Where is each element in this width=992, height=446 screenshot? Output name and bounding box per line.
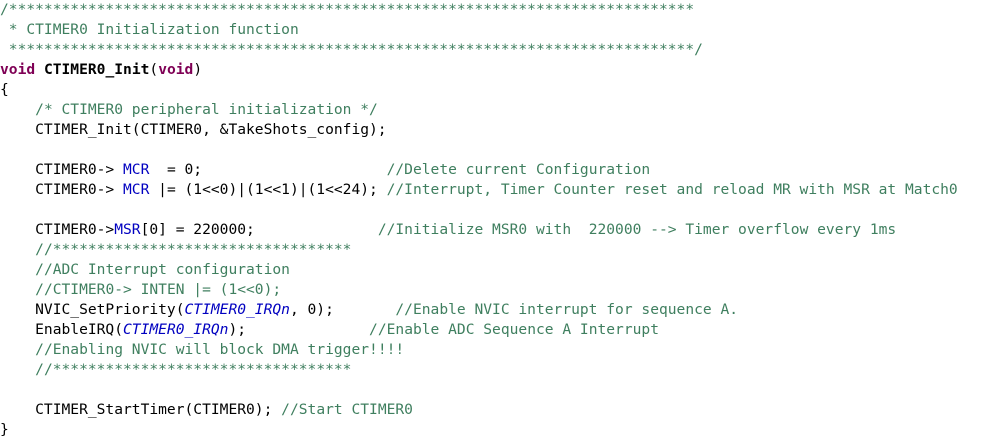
- code-text: CTIMER0->: [0, 161, 124, 178]
- code-line-comment-header-top[interactable]: /***************************************…: [0, 0, 694, 20]
- comment-token: //Initialize MSR0 with 220000 --> Timer …: [377, 221, 897, 238]
- comment-token: //Enable NVIC interrupt for sequence A.: [395, 301, 739, 318]
- code-line-start-timer[interactable]: CTIMER_StartTimer(CTIMER0); //Start CTIM…: [0, 400, 413, 420]
- code-text: ): [193, 61, 203, 78]
- keyword-token: void: [158, 61, 194, 78]
- field-token: MSR: [114, 221, 141, 238]
- function-name-token: CTIMER0_Init: [43, 61, 150, 78]
- code-text: }: [0, 421, 9, 438]
- keyword-token: void: [0, 61, 36, 78]
- code-text: CTIMER_Init(CTIMER0, &TakeShots_config);: [0, 121, 387, 138]
- code-line-comment-peripheral-init[interactable]: /* CTIMER0 peripheral initialization */: [0, 100, 378, 120]
- code-text: CTIMER0->: [0, 181, 124, 198]
- code-editor[interactable]: /***************************************…: [0, 0, 992, 446]
- code-text: |= (1<<0)|(1<<1)|(1<<24);: [149, 181, 387, 198]
- code-line-mcr-clear[interactable]: CTIMER0-> MCR = 0; //Delete current Conf…: [0, 160, 650, 180]
- comment-token: //Enable ADC Sequence A Interrupt: [369, 321, 659, 338]
- code-text: NVIC_SetPriority(: [0, 301, 185, 318]
- code-text: [0] = 220000;: [140, 221, 378, 238]
- macro-token: CTIMER0_IRQn: [184, 301, 290, 318]
- code-text: CTIMER0->: [0, 221, 115, 238]
- comment-token: //ADC Interrupt configuration: [35, 261, 290, 278]
- code-line-comment-inten[interactable]: //CTIMER0-> INTEN |= (1<<0);: [0, 280, 281, 300]
- comment-token: //**********************************: [35, 361, 352, 378]
- code-line-close-brace[interactable]: }: [0, 420, 9, 440]
- code-line-function-signature[interactable]: void CTIMER0_Init(void): [0, 60, 202, 80]
- comment-token: /***************************************…: [0, 1, 695, 18]
- comment-token: //Delete current Configuration: [386, 161, 651, 178]
- code-text: EnableIRQ(: [0, 321, 124, 338]
- code-line-comment-adc-interrupt[interactable]: //ADC Interrupt configuration: [0, 260, 290, 280]
- comment-token: //**********************************: [35, 241, 352, 258]
- code-line-open-brace[interactable]: {: [0, 80, 9, 100]
- field-token: MCR: [123, 161, 150, 178]
- comment-token: ****************************************…: [0, 41, 703, 58]
- comment-token: //Interrupt, Timer Counter reset and rel…: [386, 181, 958, 198]
- code-line-comment-separator[interactable]: //**********************************: [0, 240, 351, 260]
- comment-token: /* CTIMER0 peripheral initialization */: [35, 101, 378, 118]
- code-line-msr-set[interactable]: CTIMER0->MSR[0] = 220000; //Initialize M…: [0, 220, 896, 240]
- code-text: );: [228, 321, 370, 338]
- code-line-comment-separator[interactable]: //**********************************: [0, 360, 351, 380]
- comment-token: //Enabling NVIC will block DMA trigger!!…: [35, 341, 405, 358]
- code-text: (: [149, 61, 159, 78]
- code-line-comment-header-title[interactable]: * CTIMER0 Initialization function: [0, 20, 299, 40]
- field-token: MCR: [123, 181, 150, 198]
- comment-token: * CTIMER0 Initialization function: [0, 21, 299, 38]
- code-text: = 0;: [149, 161, 387, 178]
- code-line-nvic-set-priority[interactable]: NVIC_SetPriority(CTIMER0_IRQn, 0); //Ena…: [0, 300, 738, 320]
- macro-token: CTIMER0_IRQn: [123, 321, 229, 338]
- code-text: CTIMER_StartTimer(CTIMER0);: [0, 401, 282, 418]
- code-line-enable-irq[interactable]: EnableIRQ(CTIMER0_IRQn); //Enable ADC Se…: [0, 320, 659, 340]
- code-line-comment-nvic-dma[interactable]: //Enabling NVIC will block DMA trigger!!…: [0, 340, 404, 360]
- code-line-comment-header-bottom[interactable]: ****************************************…: [0, 40, 703, 60]
- code-line-mcr-set[interactable]: CTIMER0-> MCR |= (1<<0)|(1<<1)|(1<<24); …: [0, 180, 958, 200]
- code-text: {: [0, 81, 9, 98]
- code-text: , 0);: [289, 301, 396, 318]
- code-line-ctimer-init-call[interactable]: CTIMER_Init(CTIMER0, &TakeShots_config);: [0, 120, 387, 140]
- comment-token: //Start CTIMER0: [281, 401, 413, 418]
- comment-token: //CTIMER0-> INTEN |= (1<<0);: [35, 281, 282, 298]
